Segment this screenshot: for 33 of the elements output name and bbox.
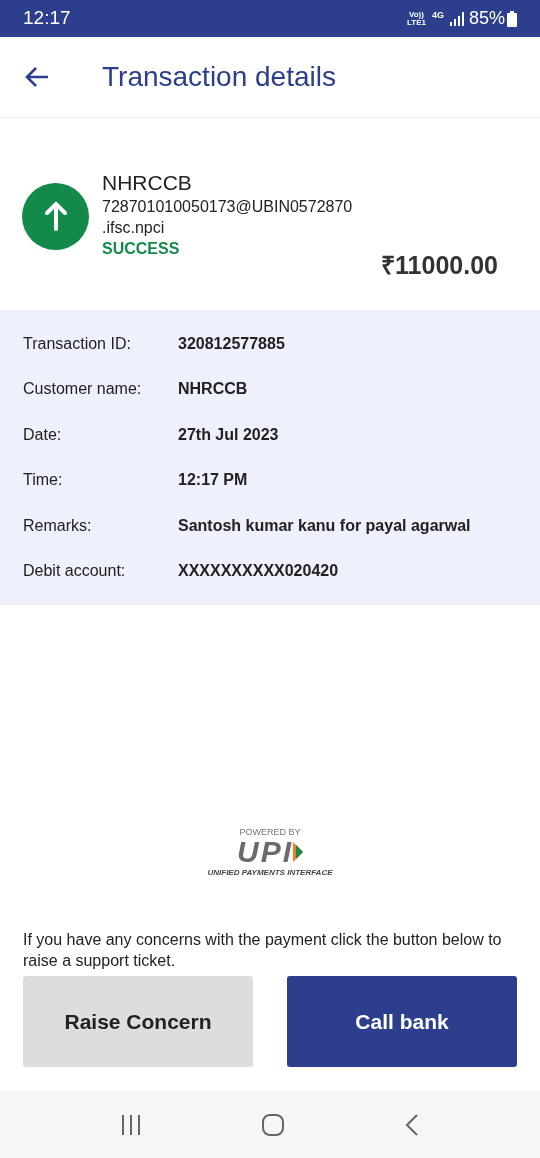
back-nav-icon[interactable] xyxy=(404,1112,421,1137)
raise-concern-button[interactable]: Raise Concern xyxy=(23,976,253,1067)
battery-icon xyxy=(507,10,517,27)
detail-label: Time: xyxy=(23,470,64,491)
volte-label: Vo)) xyxy=(409,10,424,19)
status-time: 12:17 xyxy=(23,6,71,31)
detail-value: Santosh kumar kanu for payal agarwal xyxy=(178,515,471,536)
detail-value: 320812577885 xyxy=(178,333,285,354)
battery-percent: 85% xyxy=(468,7,505,30)
lte-label: LTE1 xyxy=(407,18,426,27)
detail-value: 12:17 PM xyxy=(178,470,248,491)
detail-label: Transaction ID: xyxy=(23,333,132,354)
concern-message: If you have any concerns with the payment click the button below to raise a support ticket. xyxy=(22,930,503,971)
network-label: 4G xyxy=(431,9,444,22)
detail-label: Debit account: xyxy=(23,561,127,582)
upi-id-continued: .ifsc.npci xyxy=(102,217,166,238)
upi-logo: POWERED BY UPI UNIFIED PAYMENTS INTERFACE xyxy=(207,828,333,877)
detail-label: Date: xyxy=(23,424,63,445)
status-label: SUCCESS xyxy=(102,238,181,259)
recent-apps-icon[interactable] xyxy=(119,1113,142,1136)
payee-name: NHRCCB xyxy=(102,169,193,196)
home-icon[interactable] xyxy=(261,1112,285,1137)
upi-id: 728701010050173@UBIN0572870 xyxy=(102,196,353,217)
amount: ₹11000.00 xyxy=(381,249,498,281)
back-arrow-icon xyxy=(24,66,50,88)
detail-value: XXXXXXXXXX020420 xyxy=(178,561,339,582)
detail-value: 27th Jul 2023 xyxy=(178,424,279,445)
detail-value: NHRCCB xyxy=(178,379,248,400)
screen-title: Transaction details xyxy=(102,60,336,94)
detail-label: Customer name: xyxy=(23,379,143,400)
signal-icon xyxy=(449,11,464,26)
detail-label: Remarks: xyxy=(23,515,93,536)
call-bank-button[interactable]: Call bank xyxy=(287,976,517,1067)
